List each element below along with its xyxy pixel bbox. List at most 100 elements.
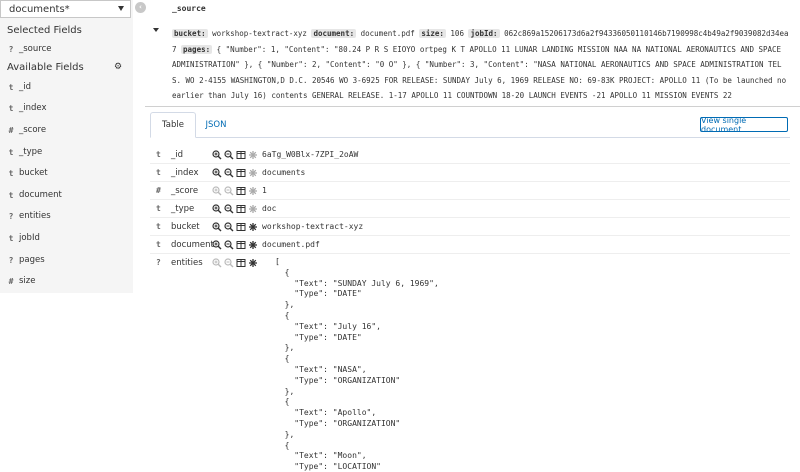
zoom-in-icon (212, 186, 222, 196)
summary-value: workshop-textract-xyz (207, 29, 312, 38)
sidebar-field-id[interactable]: t _id (0, 77, 133, 97)
field-name: _index (19, 103, 47, 113)
filter-exists-icon[interactable] (248, 222, 258, 232)
zoom-in-icon[interactable] (212, 222, 222, 232)
field-name: _source (19, 44, 52, 54)
source-column-header: _source (172, 4, 206, 13)
field-type-icon: t (8, 147, 14, 157)
field-name: _type (171, 204, 195, 214)
gear-icon[interactable]: ⚙ (114, 62, 122, 72)
toggle-column-icon[interactable] (236, 168, 246, 178)
sidebar-field-entities[interactable]: ? entities (0, 206, 133, 226)
zoom-out-icon[interactable] (224, 240, 234, 250)
field-name: pages (19, 255, 45, 265)
sidebar-field-bucket[interactable]: t bucket (0, 163, 133, 183)
zoom-in-icon[interactable] (212, 204, 222, 214)
filter-exists-icon[interactable] (248, 258, 258, 268)
field-name: entities (19, 211, 51, 221)
expand-row-icon[interactable] (153, 28, 159, 32)
zoom-out-icon[interactable] (224, 150, 234, 160)
field-type-icon: # (8, 276, 14, 286)
filter-exists-icon (248, 204, 258, 214)
field-name: _index (171, 168, 199, 178)
zoom-out-icon[interactable] (224, 204, 234, 214)
filter-exists-icon[interactable] (248, 240, 258, 250)
toggle-column-icon[interactable] (236, 222, 246, 232)
zoom-out-icon[interactable] (224, 168, 234, 178)
filter-exists-icon (248, 168, 258, 178)
field-type-icon: # (8, 125, 14, 135)
field-type-icon: ? (8, 211, 14, 221)
zoom-in-icon[interactable] (212, 150, 222, 160)
field-type-icon: t (8, 168, 14, 178)
filter-exists-icon (248, 150, 258, 160)
summary-key: pages: (181, 44, 213, 54)
zoom-out-icon (224, 186, 234, 196)
sidebar-field-type[interactable]: t _type (0, 142, 133, 162)
sidebar-field-document[interactable]: t document (0, 185, 133, 205)
summary-value: 106 (445, 29, 469, 38)
view-single-document-link[interactable]: View single document (700, 116, 788, 134)
field-type-icon: t (156, 204, 161, 213)
field-type-icon: t (156, 222, 161, 231)
toggle-column-icon[interactable] (236, 204, 246, 214)
sidebar-field-index[interactable]: t _index (0, 98, 133, 118)
field-name: _id (19, 82, 32, 92)
index-pattern-select[interactable]: documents* (0, 0, 131, 18)
field-name: bucket (19, 168, 48, 178)
zoom-out-icon[interactable] (224, 222, 234, 232)
summary-key: document: (311, 29, 357, 38)
sidebar-field-source[interactable]: ? _source (0, 39, 133, 59)
field-type-icon: t (156, 168, 161, 177)
field-name: _score (19, 125, 47, 135)
field-value: 1 (262, 186, 267, 195)
field-type-icon: t (8, 190, 14, 200)
field-value: documents (262, 168, 306, 177)
available-fields-title: Available Fields (7, 62, 84, 73)
summary-key: jobId: (468, 29, 500, 38)
toggle-column-icon[interactable] (236, 258, 246, 268)
field-type-icon: ? (8, 44, 14, 54)
field-type-icon: t (8, 233, 14, 243)
table-row-entities: ? entities [ { "Text": "SUNDAY July 6, 1… (150, 254, 790, 472)
summary-key: bucket: (172, 29, 208, 38)
toggle-column-icon[interactable] (236, 240, 246, 250)
field-value: document.pdf (262, 240, 320, 249)
doc-view-tabs: Table JSON (150, 112, 790, 138)
zoom-in-icon (212, 258, 222, 268)
summary-value: document.pdf (356, 29, 420, 38)
field-name: bucket (171, 222, 200, 232)
table-row: t _id 6aTg_W0Blx-7ZPI_2oAW (150, 146, 790, 164)
table-row: t document document.pdf (150, 236, 790, 254)
table-row: t bucket workshop-textract-xyz (150, 218, 790, 236)
toggle-column-icon[interactable] (236, 186, 246, 196)
sidebar-field-score[interactable]: # _score (0, 120, 133, 140)
selected-fields-title: Selected Fields (7, 25, 82, 36)
zoom-in-icon[interactable] (212, 240, 222, 250)
field-type-icon: t (156, 240, 161, 249)
field-name: _score (171, 186, 199, 196)
field-name: _id (171, 150, 184, 160)
field-name: entities (171, 258, 203, 268)
field-value: 6aTg_W0Blx-7ZPI_2oAW (262, 150, 359, 159)
sidebar-field-pages[interactable]: ? pages (0, 250, 133, 270)
tab-json[interactable]: JSON (200, 112, 232, 138)
chevron-down-icon (118, 6, 124, 11)
field-value: workshop-textract-xyz (262, 222, 364, 231)
entities-json-value: [ { "Text": "SUNDAY July 6, 1969", "Type… (275, 257, 439, 472)
toggle-column-icon[interactable] (236, 150, 246, 160)
filter-exists-icon (248, 186, 258, 196)
table-row: t _type doc (150, 200, 790, 218)
table-row: t _index documents (150, 164, 790, 182)
field-sidebar: documents* Selected Fields ? _source Ava… (0, 0, 133, 293)
collapse-sidebar-button[interactable]: ‹ (135, 2, 146, 13)
zoom-in-icon[interactable] (212, 168, 222, 178)
field-type-icon: t (156, 150, 161, 159)
field-type-icon: ? (156, 258, 161, 267)
sidebar-field-size[interactable]: # size (0, 271, 133, 291)
field-name: document (19, 190, 62, 200)
document-summary: bucket: workshop-textract-xyz document: … (172, 26, 790, 104)
sidebar-field-jobid[interactable]: t jobId (0, 228, 133, 248)
field-name: size (19, 276, 36, 286)
tab-table[interactable]: Table (150, 112, 196, 138)
